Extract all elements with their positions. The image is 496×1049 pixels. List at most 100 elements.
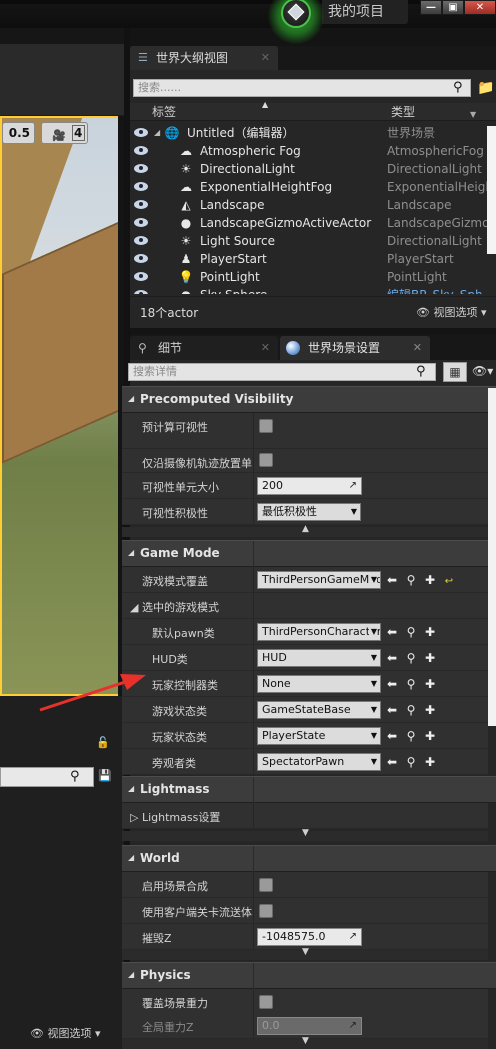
player-state-dropdown[interactable]: PlayerState bbox=[257, 727, 381, 745]
close-window-button[interactable]: ✕ bbox=[464, 0, 496, 15]
grid-snap-button[interactable]: 0.5 bbox=[2, 122, 35, 144]
add-icon[interactable]: ✚ bbox=[423, 649, 437, 667]
precompute-visibility-checkbox[interactable] bbox=[259, 419, 273, 433]
visibility-eye-icon[interactable] bbox=[134, 200, 148, 209]
use-selected-icon[interactable]: ⬅ bbox=[385, 727, 399, 745]
tree-row[interactable]: 💡 PointLight PointLight bbox=[130, 268, 487, 286]
column-header-type[interactable]: 类型 bbox=[391, 103, 415, 121]
reset-default-icon[interactable]: ↩ bbox=[442, 573, 456, 591]
use-selected-icon[interactable]: ⬅ bbox=[385, 675, 399, 693]
advanced-expander[interactable]: ▼ bbox=[122, 947, 488, 960]
close-tab-icon[interactable]: ✕ bbox=[413, 336, 422, 360]
player-start-icon: ♟ bbox=[180, 252, 192, 266]
tree-row[interactable]: ☀ Light Source DirectionalLight bbox=[130, 232, 487, 250]
section-physics[interactable]: ◢ Physics bbox=[122, 962, 496, 989]
advanced-expander[interactable]: ▼ bbox=[122, 1036, 488, 1049]
tree-row[interactable]: ☁ ExponentialHeightFog ExponentialHeigh bbox=[130, 178, 487, 196]
column-header-label[interactable]: 标签 bbox=[152, 103, 176, 121]
use-selected-icon[interactable]: ⬅ bbox=[385, 571, 399, 589]
tree-row[interactable]: ◭ Landscape Landscape bbox=[130, 196, 487, 214]
outliner-scrollbar[interactable] bbox=[487, 126, 496, 254]
tree-row[interactable]: ● Sky Sphere 编辑BP_Sky_Sph bbox=[130, 286, 487, 294]
search-icon[interactable]: ⚲ bbox=[416, 363, 434, 381]
use-selected-icon[interactable]: ⬅ bbox=[385, 701, 399, 719]
world-composition-checkbox[interactable] bbox=[259, 878, 273, 892]
browse-icon[interactable]: ⚲ bbox=[404, 727, 418, 745]
tree-row[interactable]: ● LandscapeGizmoActiveActor LandscapeGiz… bbox=[130, 214, 487, 232]
use-selected-icon[interactable]: ⬅ bbox=[385, 649, 399, 667]
advanced-expander[interactable]: ▼ bbox=[122, 828, 488, 841]
expand-arrow-icon[interactable]: ◢ bbox=[154, 124, 160, 142]
tree-row[interactable]: ☁ Atmospheric Fog AtmosphericFog bbox=[130, 142, 487, 160]
search-icon[interactable]: ⚲ bbox=[453, 79, 471, 97]
browse-icon[interactable]: ⚲ bbox=[404, 649, 418, 667]
content-view-options[interactable]: 👁 视图选项 ▾ bbox=[30, 1025, 122, 1041]
eye-icon[interactable]: 👁▾ bbox=[472, 364, 496, 380]
tree-row[interactable]: ♟ PlayerStart PlayerStart bbox=[130, 250, 487, 268]
game-state-dropdown[interactable]: GameStateBase bbox=[257, 701, 381, 719]
use-selected-icon[interactable]: ⬅ bbox=[385, 623, 399, 641]
browse-icon[interactable]: ⚲ bbox=[404, 623, 418, 641]
section-lightmass[interactable]: ◢ Lightmass bbox=[122, 776, 496, 803]
default-pawn-dropdown[interactable]: ThirdPersonCharacter bbox=[257, 623, 381, 641]
close-tab-icon[interactable]: ✕ bbox=[261, 336, 270, 360]
tab-world-settings[interactable]: 世界场景设置 ✕ bbox=[280, 336, 430, 360]
visibility-eye-icon[interactable] bbox=[134, 146, 148, 155]
player-controller-dropdown[interactable]: None bbox=[257, 675, 381, 693]
section-game-mode[interactable]: ◢ Game Mode bbox=[122, 540, 496, 567]
lock-icon[interactable]: 🔓 bbox=[96, 736, 110, 750]
column-dropdown-icon[interactable]: ▼ bbox=[470, 110, 476, 119]
tab-world-outliner[interactable]: ☰ 世界大纲视图 ✕ bbox=[130, 46, 278, 70]
hud-class-dropdown[interactable]: HUD bbox=[257, 649, 381, 667]
visibility-eye-icon[interactable] bbox=[134, 254, 148, 263]
camera-track-checkbox[interactable] bbox=[259, 453, 273, 467]
add-icon[interactable]: ✚ bbox=[423, 571, 437, 589]
tree-row[interactable]: ☀ DirectionalLight DirectionalLight bbox=[130, 160, 487, 178]
visibility-eye-icon[interactable] bbox=[134, 290, 148, 294]
visibility-eye-icon[interactable] bbox=[134, 164, 148, 173]
maximize-button[interactable]: ▣ bbox=[442, 0, 464, 15]
add-icon[interactable]: ✚ bbox=[423, 753, 437, 771]
gamemode-override-dropdown[interactable]: ThirdPersonGameMode bbox=[257, 571, 381, 589]
add-icon[interactable]: ✚ bbox=[423, 675, 437, 693]
visibility-eye-icon[interactable] bbox=[134, 218, 148, 227]
unreal-logo-icon[interactable] bbox=[268, 0, 324, 44]
section-precomputed-visibility[interactable]: ◢ Precomputed Visibility bbox=[122, 386, 496, 413]
add-icon[interactable]: ✚ bbox=[423, 701, 437, 719]
tab-details[interactable]: ⚲ 细节 ✕ bbox=[130, 336, 278, 360]
aggressiveness-dropdown[interactable]: 最低积极性 bbox=[257, 503, 361, 521]
details-scrollbar[interactable] bbox=[488, 388, 496, 726]
advanced-expander[interactable]: ▲ bbox=[122, 524, 488, 537]
tree-row-root[interactable]: ◢ 🌐 Untitled（编辑器） 世界场景 bbox=[130, 124, 487, 142]
override-gravity-checkbox[interactable] bbox=[259, 995, 273, 1009]
property-matrix-button[interactable]: ▦ bbox=[443, 362, 467, 382]
visibility-eye-icon[interactable] bbox=[134, 272, 148, 281]
camera-speed-button[interactable]: 🎥 4 bbox=[41, 122, 88, 144]
client-streaming-checkbox[interactable] bbox=[259, 904, 273, 918]
browse-icon[interactable]: ⚲ bbox=[404, 571, 418, 589]
close-tab-icon[interactable]: ✕ bbox=[261, 46, 270, 70]
minimize-button[interactable]: — bbox=[420, 0, 442, 15]
add-folder-icon[interactable]: 📁 bbox=[477, 79, 495, 97]
tree-row-type-link[interactable]: 编辑BP_Sky_Sph bbox=[387, 286, 487, 294]
browse-icon[interactable]: ⚲ bbox=[404, 675, 418, 693]
outliner-view-options[interactable]: 👁 视图选项 ▾ bbox=[416, 304, 487, 320]
save-icon[interactable]: 💾 bbox=[98, 769, 112, 783]
section-world[interactable]: ◢ World bbox=[122, 845, 496, 872]
property-group-label[interactable]: ▷ Lightmass设置 bbox=[130, 809, 220, 825]
add-icon[interactable]: ✚ bbox=[423, 623, 437, 641]
browse-icon[interactable]: ⚲ bbox=[404, 753, 418, 771]
visibility-eye-icon[interactable] bbox=[134, 182, 148, 191]
cell-size-input[interactable]: 200 bbox=[257, 477, 362, 495]
outliner-search-input[interactable]: 搜索...... bbox=[133, 79, 471, 97]
spectator-class-dropdown[interactable]: SpectatorPawn bbox=[257, 753, 381, 771]
visibility-eye-icon[interactable] bbox=[134, 236, 148, 245]
search-icon[interactable]: ⚲ bbox=[70, 769, 88, 785]
visibility-eye-icon[interactable] bbox=[134, 128, 148, 137]
level-viewport[interactable] bbox=[0, 116, 118, 696]
use-selected-icon[interactable]: ⬅ bbox=[385, 753, 399, 771]
browse-icon[interactable]: ⚲ bbox=[404, 701, 418, 719]
add-icon[interactable]: ✚ bbox=[423, 727, 437, 745]
details-search-input[interactable]: 搜索详情 bbox=[128, 363, 436, 381]
kill-z-input[interactable]: -1048575.0 bbox=[257, 928, 362, 946]
